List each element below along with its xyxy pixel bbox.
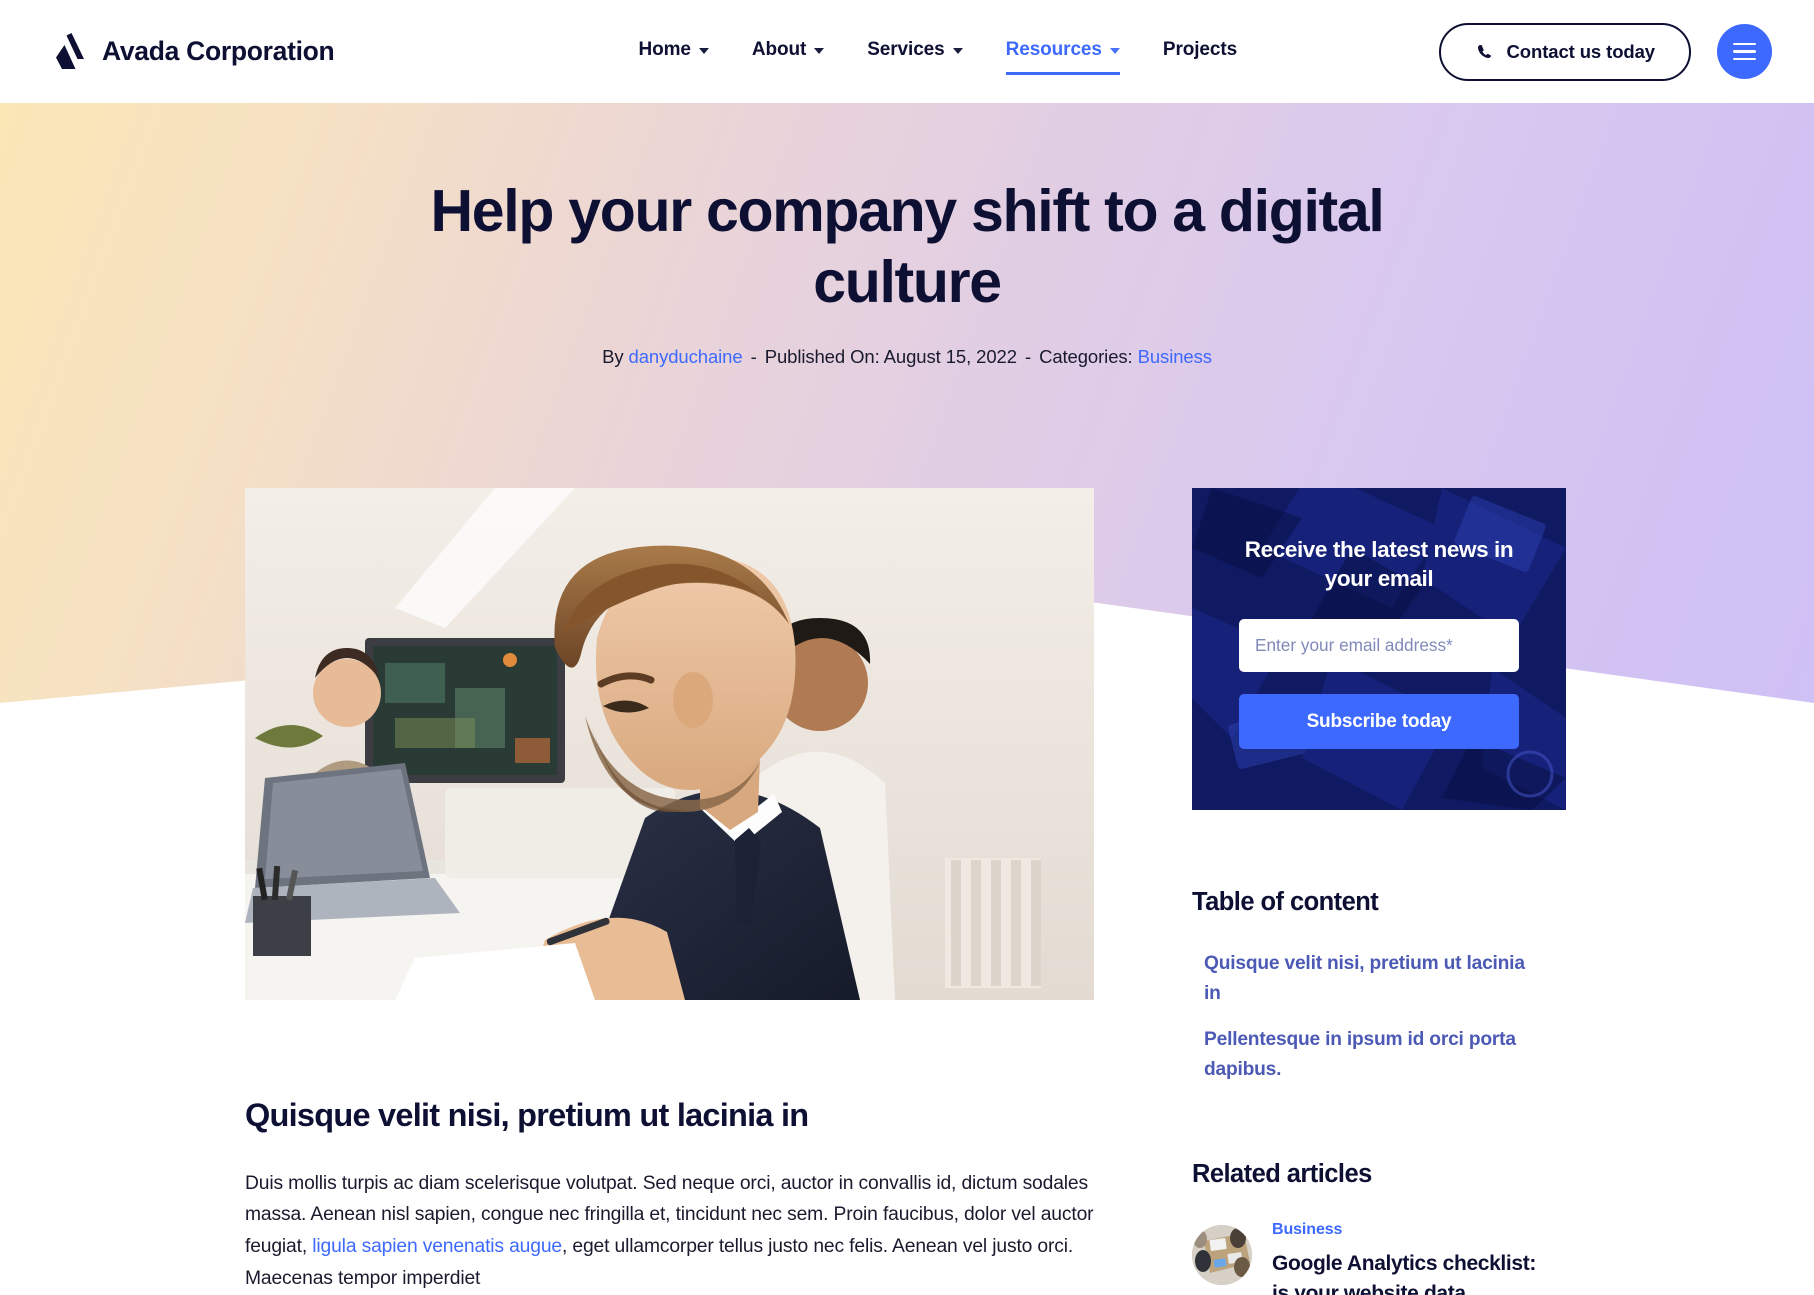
- contact-us-button[interactable]: Contact us today: [1438, 22, 1691, 81]
- inline-article-link[interactable]: ligula sapien venenatis augue: [312, 1236, 562, 1257]
- email-input[interactable]: [1239, 619, 1519, 672]
- table-of-content-heading: Table of content: [1192, 888, 1379, 916]
- related-article-title[interactable]: Google Analytics checklist: is your webs…: [1272, 1249, 1557, 1295]
- post-meta: By danyduchaine - Published On: August 1…: [0, 346, 1814, 368]
- meta-separator: -: [750, 346, 757, 367]
- related-article-thumbnail: [1192, 1225, 1252, 1285]
- header-actions: Contact us today: [1438, 22, 1772, 81]
- page-root: Avada Corporation Home About Services Re…: [0, 0, 1814, 1295]
- contact-us-label: Contact us today: [1506, 40, 1656, 62]
- hamburger-bar: [1733, 50, 1756, 53]
- avada-logo-icon: [52, 32, 88, 72]
- nav-label: Resources: [1005, 38, 1102, 60]
- article-feature-image: [245, 488, 1094, 1000]
- subscribe-button[interactable]: Subscribe today: [1239, 694, 1519, 749]
- related-article-item[interactable]: Business Google Analytics checklist: is …: [1192, 1221, 1566, 1295]
- article-section-heading: Quisque velit nisi, pretium ut lacinia i…: [245, 1097, 809, 1133]
- article-paragraph: Duis mollis turpis ac diam scelerisque v…: [245, 1168, 1094, 1295]
- article-column: Quisque velit nisi, pretium ut lacinia i…: [245, 488, 1094, 1295]
- by-label: By: [602, 346, 624, 367]
- nav-item-projects[interactable]: Projects: [1163, 39, 1237, 65]
- hamburger-bar: [1733, 42, 1756, 46]
- phone-icon: [1475, 43, 1493, 61]
- author-link[interactable]: danyduchaine: [629, 346, 743, 367]
- primary-navigation: Home About Services Resources Projects: [638, 38, 1237, 75]
- brand-logo-link[interactable]: Avada Corporation: [52, 32, 335, 72]
- nav-item-services[interactable]: Services: [867, 38, 963, 65]
- published-date: August 15, 2022: [883, 346, 1017, 367]
- hero-text-block: Help your company shift to a digital cul…: [0, 176, 1814, 368]
- hamburger-bar: [1733, 57, 1756, 61]
- published-label: Published On:: [764, 346, 880, 367]
- toc-item[interactable]: Quisque velit nisi, pretium ut lacinia i…: [1204, 949, 1534, 1009]
- nav-label: Services: [867, 38, 945, 60]
- hamburger-menu-icon[interactable]: [1717, 24, 1772, 79]
- brand-name: Avada Corporation: [102, 36, 335, 66]
- nav-label: Projects: [1162, 38, 1238, 60]
- toc-item[interactable]: Pellentesque in ipsum id orci porta dapi…: [1204, 1025, 1534, 1085]
- chevron-down-icon: [1109, 47, 1120, 54]
- related-article-category[interactable]: Business: [1272, 1221, 1557, 1239]
- chevron-down-icon: [952, 47, 963, 54]
- newsletter-signup-card: Receive the latest news in your email Su…: [1192, 488, 1566, 810]
- nav-item-resources[interactable]: Resources: [1005, 38, 1121, 75]
- categories-label: Categories:: [1039, 346, 1133, 367]
- chevron-down-icon: [698, 47, 709, 54]
- page-title: Help your company shift to a digital cul…: [430, 178, 1384, 315]
- category-link[interactable]: Business: [1138, 346, 1212, 367]
- table-of-content-list: Quisque velit nisi, pretium ut lacinia i…: [1192, 949, 1566, 1085]
- nav-item-about[interactable]: About: [751, 38, 825, 65]
- nav-label: About: [751, 38, 807, 60]
- site-header: Avada Corporation Home About Services Re…: [0, 0, 1814, 103]
- sidebar: Receive the latest news in your email Su…: [1192, 488, 1566, 1295]
- nav-item-home[interactable]: Home: [638, 38, 709, 65]
- content-wrapper: Quisque velit nisi, pretium ut lacinia i…: [245, 488, 1570, 1295]
- chevron-down-icon: [814, 47, 825, 54]
- meta-separator: -: [1024, 346, 1032, 367]
- nav-label: Home: [638, 38, 691, 60]
- related-articles-heading: Related articles: [1192, 1160, 1372, 1188]
- related-article-text: Business Google Analytics checklist: is …: [1272, 1221, 1557, 1295]
- newsletter-title: Receive the latest news in your email: [1244, 537, 1514, 591]
